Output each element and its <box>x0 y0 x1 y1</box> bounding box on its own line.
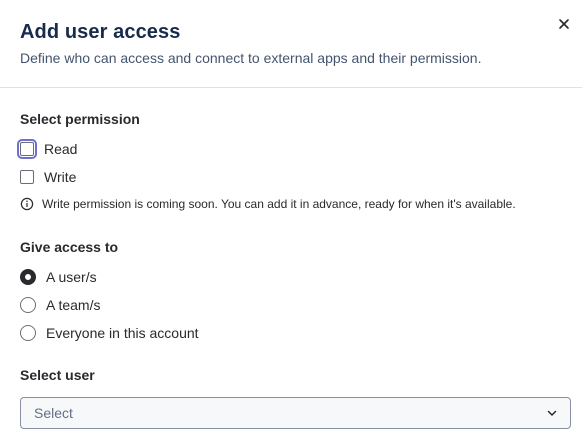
users-radio[interactable] <box>20 269 36 285</box>
read-label: Read <box>44 141 78 157</box>
users-label: A user/s <box>46 269 97 285</box>
everyone-radio[interactable] <box>20 325 36 341</box>
teams-label: A team/s <box>46 297 101 313</box>
teams-radio[interactable] <box>20 297 36 313</box>
close-button[interactable] <box>552 12 576 36</box>
write-label: Write <box>44 169 77 185</box>
write-checkbox[interactable] <box>20 170 34 184</box>
permission-section-label: Select permission <box>20 111 140 127</box>
user-select[interactable]: Select <box>20 397 571 429</box>
dialog-header: Add user access Define who can access an… <box>0 0 582 88</box>
select-user-label: Select user <box>20 367 95 383</box>
permission-option-write[interactable]: Write <box>18 166 76 188</box>
access-option-users[interactable]: A user/s <box>18 266 97 288</box>
access-section-label: Give access to <box>20 239 119 255</box>
access-option-teams[interactable]: A team/s <box>18 294 100 316</box>
chevron-down-icon <box>547 410 557 416</box>
info-icon <box>20 197 34 211</box>
write-permission-note: Write permission is coming soon. You can… <box>20 197 516 211</box>
permission-option-read[interactable]: Read <box>17 138 78 160</box>
access-option-everyone[interactable]: Everyone in this account <box>18 322 199 344</box>
everyone-label: Everyone in this account <box>46 325 199 341</box>
add-user-access-dialog: Add user access Define who can access an… <box>0 0 582 443</box>
user-select-placeholder: Select <box>34 405 73 421</box>
dialog-subtitle: Define who can access and connect to ext… <box>20 50 482 66</box>
close-icon <box>559 19 569 29</box>
info-text: Write permission is coming soon. You can… <box>42 197 516 211</box>
dialog-title: Add user access <box>20 21 181 43</box>
read-checkbox[interactable] <box>17 139 37 159</box>
